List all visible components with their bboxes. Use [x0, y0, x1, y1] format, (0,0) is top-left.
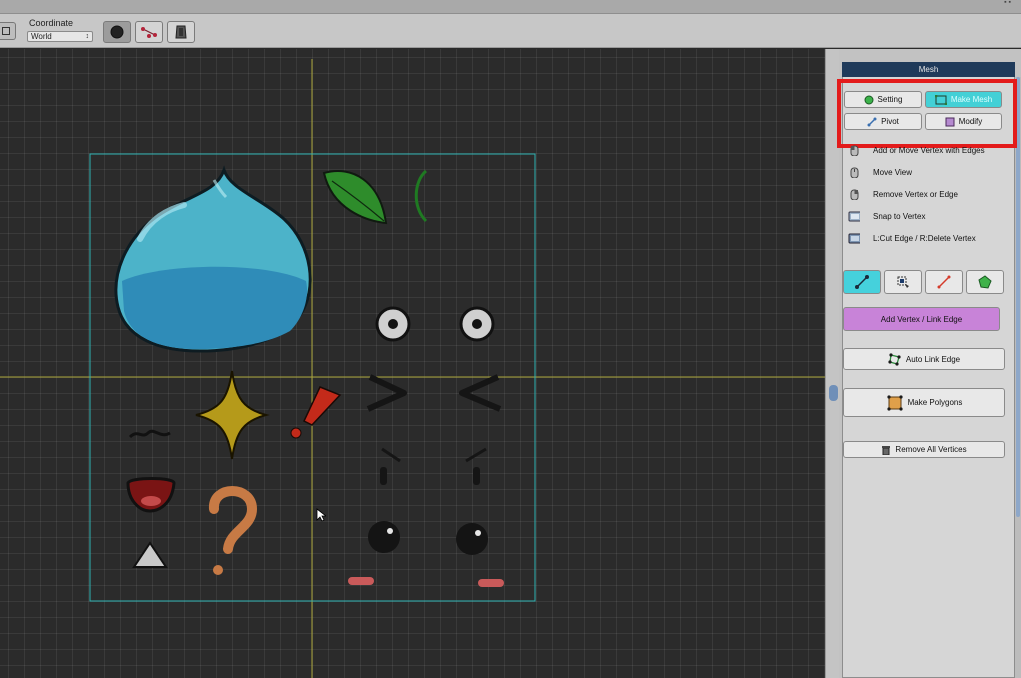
triangle-sprite: [132, 541, 168, 568]
auto-link-edge-button[interactable]: Auto Link Edge: [843, 348, 1005, 370]
blush-right: [478, 579, 504, 587]
help-item-snap: Snap to Vertex: [848, 211, 925, 222]
mouse-left-icon: [850, 145, 859, 156]
panel-title: Mesh: [842, 62, 1015, 77]
panel-scrollbar[interactable]: [1015, 77, 1021, 678]
add-vertex-tool-button[interactable]: [843, 270, 881, 294]
coordinate-value: World: [31, 32, 52, 41]
polygon-tool-icon: [978, 275, 992, 289]
vertex-link-icon: [141, 27, 157, 38]
help-text: L:Cut Edge / R:Delete Vertex: [873, 234, 976, 243]
trash-icon: [882, 445, 891, 455]
help-text: Remove Vertex or Edge: [873, 190, 958, 199]
cut-edge-tool-icon: [937, 275, 951, 289]
key-icon: [848, 211, 860, 222]
window-titlebar: ▪ ▪: [0, 0, 1021, 14]
circle-tool-button[interactable]: [103, 21, 131, 43]
exclamation-sprite: [303, 386, 342, 426]
dot-eye-left: [368, 521, 400, 553]
help-text: Snap to Vertex: [873, 212, 926, 221]
angry-brow-right: [465, 447, 487, 463]
help-item-cut-edge: L:Cut Edge / R:Delete Vertex: [848, 233, 976, 244]
auto-link-edge-label: Auto Link Edge: [905, 354, 961, 364]
help-item-add-move: Add or Move Vertex with Edges: [848, 145, 985, 156]
add-vertex-tool-icon: [855, 275, 869, 289]
app-window: ▪ ▪ Coordinate World ↕ Mesh Setting Make…: [0, 0, 1021, 678]
closed-eye-left: [366, 374, 407, 412]
sparkle-sprite: [195, 370, 270, 460]
help-text: Add or Move Vertex with Edges: [873, 146, 985, 155]
coordinate-label: Coordinate: [29, 18, 74, 28]
square-icon: [2, 27, 10, 35]
auto-link-icon: [888, 353, 901, 366]
coordinate-select[interactable]: World ↕: [27, 31, 93, 42]
closed-eye-right: [459, 374, 502, 412]
help-text: Move View: [873, 168, 912, 177]
key-combo-icon: [848, 233, 860, 244]
polygon-tool-button[interactable]: [966, 270, 1004, 294]
window-controls[interactable]: ▪ ▪: [1004, 0, 1011, 6]
mesh-tool-button[interactable]: [167, 21, 195, 43]
make-polygons-label: Make Polygons: [907, 398, 963, 407]
dropdown-arrow-icon: ↕: [85, 33, 90, 40]
select-vertex-tool-icon: [897, 276, 909, 288]
mouse-middle-icon: [850, 167, 859, 178]
top-toolbar: Coordinate World ↕: [0, 14, 1021, 48]
help-item-move-view: Move View: [848, 167, 912, 178]
wavy-mouth-sprite: [128, 429, 171, 439]
open-mouth-sprite: [126, 477, 176, 513]
angry-brow-left: [381, 447, 401, 463]
canvas-drawing: [0, 59, 825, 678]
vertex-link-button[interactable]: [135, 21, 163, 43]
mesh-canvas[interactable]: [0, 49, 825, 678]
mesh-tool-icon: [175, 25, 187, 39]
make-polygons-button[interactable]: Make Polygons: [843, 388, 1005, 417]
mouse-cursor-icon: [316, 508, 326, 522]
select-vertex-tool-button[interactable]: [884, 270, 922, 294]
blush-left: [348, 577, 374, 585]
highlight-box: [837, 79, 1017, 148]
make-polygons-icon: [887, 394, 903, 411]
circle-tool-icon: [110, 25, 124, 39]
mouse-right-icon: [850, 189, 859, 200]
question-sprite: [209, 486, 258, 554]
dot-eye-right: [456, 523, 488, 555]
add-vertex-link-edge-label: Add Vertex / Link Edge: [880, 314, 963, 324]
add-vertex-link-edge-button[interactable]: Add Vertex / Link Edge: [843, 307, 1000, 331]
round-eyes-sprite: [375, 306, 495, 342]
cut-edge-tool-button[interactable]: [925, 270, 963, 294]
help-item-remove: Remove Vertex or Edge: [848, 189, 958, 200]
remove-all-vertices-label: Remove All Vertices: [895, 445, 967, 454]
leaf-curve-sprite: [414, 169, 428, 223]
slime-sprite: [114, 165, 312, 353]
remove-all-vertices-button[interactable]: Remove All Vertices: [843, 441, 1005, 458]
layout-toggle-button[interactable]: [0, 22, 16, 40]
canvas-scroll-thumb[interactable]: [829, 385, 838, 401]
